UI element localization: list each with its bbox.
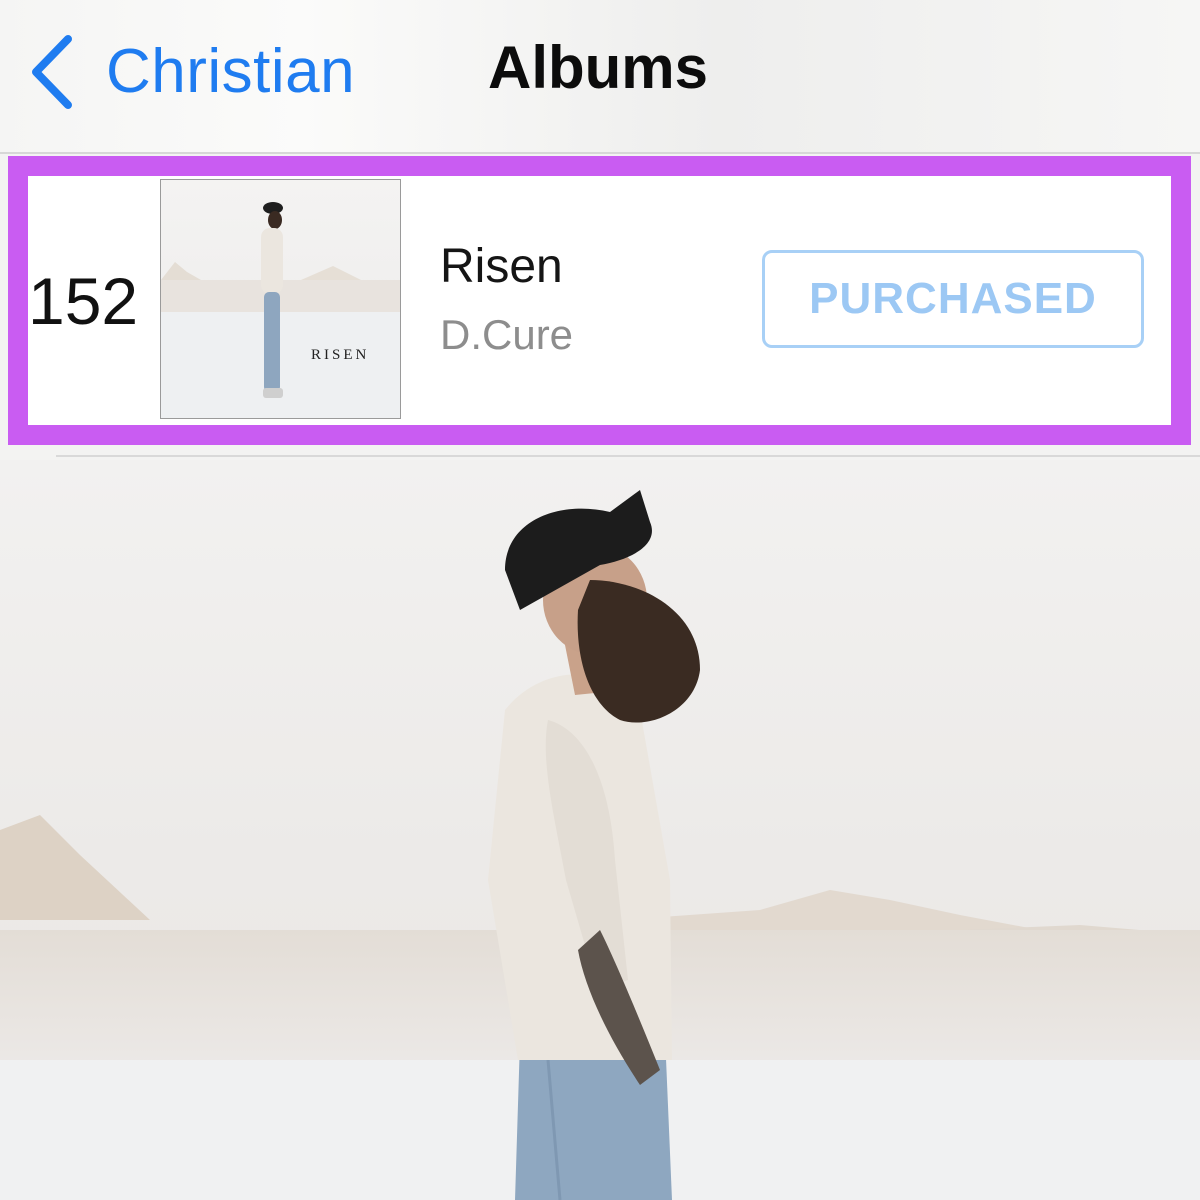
purchased-button[interactable]: PURCHASED (762, 250, 1144, 348)
back-button[interactable]: Christian (26, 30, 355, 114)
back-label: Christian (106, 37, 356, 106)
row-divider (56, 455, 1200, 457)
page-title: Albums (488, 34, 709, 101)
chart-rank: 152 (28, 264, 139, 338)
artwork-title-text: RISEN (311, 347, 370, 363)
album-cover-photo (0, 460, 1200, 1200)
chevron-left-icon (26, 33, 76, 111)
album-artwork (160, 179, 401, 419)
album-artist[interactable]: D.Cure (440, 314, 573, 356)
album-title[interactable]: Risen (440, 243, 563, 291)
navigation-bar: Christian Albums (0, 0, 1200, 154)
